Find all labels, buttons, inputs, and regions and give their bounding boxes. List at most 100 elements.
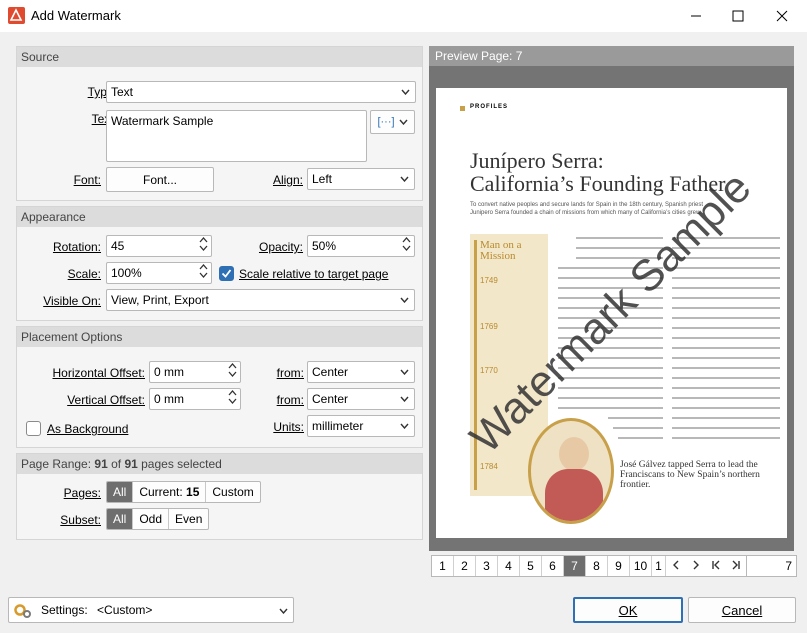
close-button[interactable]: [760, 0, 804, 32]
chevron-down-icon: [400, 176, 409, 182]
scale-label: Scale:: [67, 267, 101, 281]
rotation-value: 45: [111, 239, 125, 253]
first-page-button[interactable]: [706, 556, 726, 576]
type-dropdown[interactable]: Text: [106, 81, 416, 103]
visible-on-dropdown[interactable]: View, Print, Export: [106, 289, 415, 311]
vertical-from-dropdown[interactable]: Center: [307, 388, 415, 410]
settings-value: <Custom>: [97, 603, 153, 617]
ok-button[interactable]: OK: [573, 597, 683, 623]
insert-macro-button[interactable]: [···]: [370, 110, 415, 134]
preview-panel: Preview Page: 7 PROFILES Junípero Serra:…: [429, 46, 794, 551]
previous-page-button[interactable]: [666, 556, 686, 576]
spin-up-icon[interactable]: [228, 363, 237, 369]
page-button[interactable]: 3: [476, 556, 498, 576]
spin-up-icon[interactable]: [199, 264, 208, 270]
cancel-button-label: Cancel: [721, 602, 763, 618]
portrait-coat: [545, 469, 603, 521]
rotation-spinner[interactable]: 45: [106, 235, 212, 257]
page-range-header: Page Range: 91 of 91 pages selected: [17, 454, 422, 474]
scale-value: 100%: [111, 266, 142, 280]
chevron-down-icon: [400, 369, 409, 375]
page-button[interactable]: 2: [454, 556, 476, 576]
subset-all-option[interactable]: All: [107, 509, 134, 529]
macro-icon: [···]: [377, 116, 395, 128]
spin-up-icon[interactable]: [199, 237, 208, 243]
maximize-icon: [732, 10, 744, 22]
as-background-checkbox[interactable]: [26, 421, 41, 436]
appearance-section: Appearance Rotation: 45 Opacity: 50% Sca…: [16, 206, 423, 321]
spin-down-icon[interactable]: [228, 398, 237, 404]
horizontal-from-value: Center: [312, 365, 349, 379]
preview-page: PROFILES Junípero Serra: California’s Fo…: [436, 88, 787, 538]
spin-up-icon[interactable]: [228, 390, 237, 396]
font-button-label: Font...: [142, 172, 177, 187]
pages-current-value: 15: [186, 485, 200, 499]
spin-down-icon[interactable]: [402, 245, 411, 251]
page-range-mid: of: [107, 457, 125, 471]
font-button[interactable]: Font...: [106, 167, 214, 192]
page-button[interactable]: 6: [542, 556, 564, 576]
settings-dropdown[interactable]: Settings: <Custom>: [8, 597, 294, 623]
page-button[interactable]: 1: [652, 556, 666, 576]
pages-all-option[interactable]: All: [107, 482, 134, 502]
horizontal-from-dropdown[interactable]: Center: [307, 361, 415, 383]
vertical-offset-spinner[interactable]: 0 mm: [149, 388, 241, 410]
vertical-offset-label: Vertical Offset:: [67, 393, 145, 407]
watermark-text-input[interactable]: Watermark Sample: [106, 110, 367, 162]
chevron-right-icon: [693, 560, 699, 570]
chevron-down-icon: [400, 396, 409, 402]
subset-label: Subset:: [60, 513, 101, 527]
spin-down-icon[interactable]: [199, 272, 208, 278]
settings-label: Settings:: [41, 603, 88, 617]
page-button[interactable]: 1: [432, 556, 454, 576]
close-icon: [776, 10, 788, 22]
title-bar: Add Watermark: [0, 0, 807, 32]
page-number-input[interactable]: 7: [746, 556, 796, 576]
spin-down-icon[interactable]: [199, 245, 208, 251]
page-navigator: 1 2 3 4 5 6 7 8 9 10 1 7: [431, 555, 797, 577]
chevron-down-icon: [279, 608, 288, 614]
pages-selector: All Current: 15 Custom: [106, 481, 261, 503]
page-range-selected: 91: [94, 457, 108, 471]
sidebar-year: 1749: [480, 276, 498, 285]
text-label: Text:: [91, 112, 117, 126]
opacity-label: Opacity:: [258, 240, 303, 254]
sidebar-title: Man on a Mission: [480, 239, 522, 262]
portrait-caption: José Gálvez tapped Serra to lead the Fra…: [620, 460, 760, 490]
page-button[interactable]: 4: [498, 556, 520, 576]
subset-selector: All Odd Even: [106, 508, 210, 530]
preview-header: Preview Page: 7: [429, 46, 794, 66]
last-page-button[interactable]: [726, 556, 746, 576]
page-button[interactable]: 10: [630, 556, 652, 576]
page-button[interactable]: 5: [520, 556, 542, 576]
minimize-icon: [691, 15, 701, 17]
page-button[interactable]: 8: [586, 556, 608, 576]
units-value: millimeter: [312, 419, 364, 433]
page-button-current[interactable]: 7: [564, 556, 586, 576]
pages-custom-option[interactable]: Custom: [206, 482, 259, 502]
subset-odd-option[interactable]: Odd: [133, 509, 170, 529]
units-dropdown[interactable]: millimeter: [307, 415, 415, 437]
pages-current-option[interactable]: Current: 15: [133, 482, 207, 502]
horizontal-offset-spinner[interactable]: 0 mm: [149, 361, 241, 383]
spin-up-icon[interactable]: [402, 237, 411, 243]
opacity-spinner[interactable]: 50%: [307, 235, 415, 257]
page-range-total: 91: [124, 457, 138, 471]
scale-spinner[interactable]: 100%: [106, 262, 212, 284]
spin-down-icon[interactable]: [228, 371, 237, 377]
scale-relative-checkbox[interactable]: [219, 266, 234, 281]
kicker-mark: [460, 106, 465, 111]
next-page-button[interactable]: [686, 556, 706, 576]
subset-even-option[interactable]: Even: [169, 509, 208, 529]
first-page-icon: [712, 560, 720, 570]
portrait-image: [528, 418, 614, 524]
scale-relative-label[interactable]: Scale relative to target page: [239, 267, 388, 281]
maximize-button[interactable]: [716, 0, 760, 32]
align-value: Left: [312, 172, 333, 186]
as-background-label[interactable]: As Background: [47, 422, 128, 436]
cancel-button[interactable]: Cancel: [688, 597, 796, 623]
minimize-button[interactable]: [674, 0, 718, 32]
ok-button-label: OK: [618, 602, 638, 618]
page-button[interactable]: 9: [608, 556, 630, 576]
align-dropdown[interactable]: Left: [307, 168, 415, 190]
